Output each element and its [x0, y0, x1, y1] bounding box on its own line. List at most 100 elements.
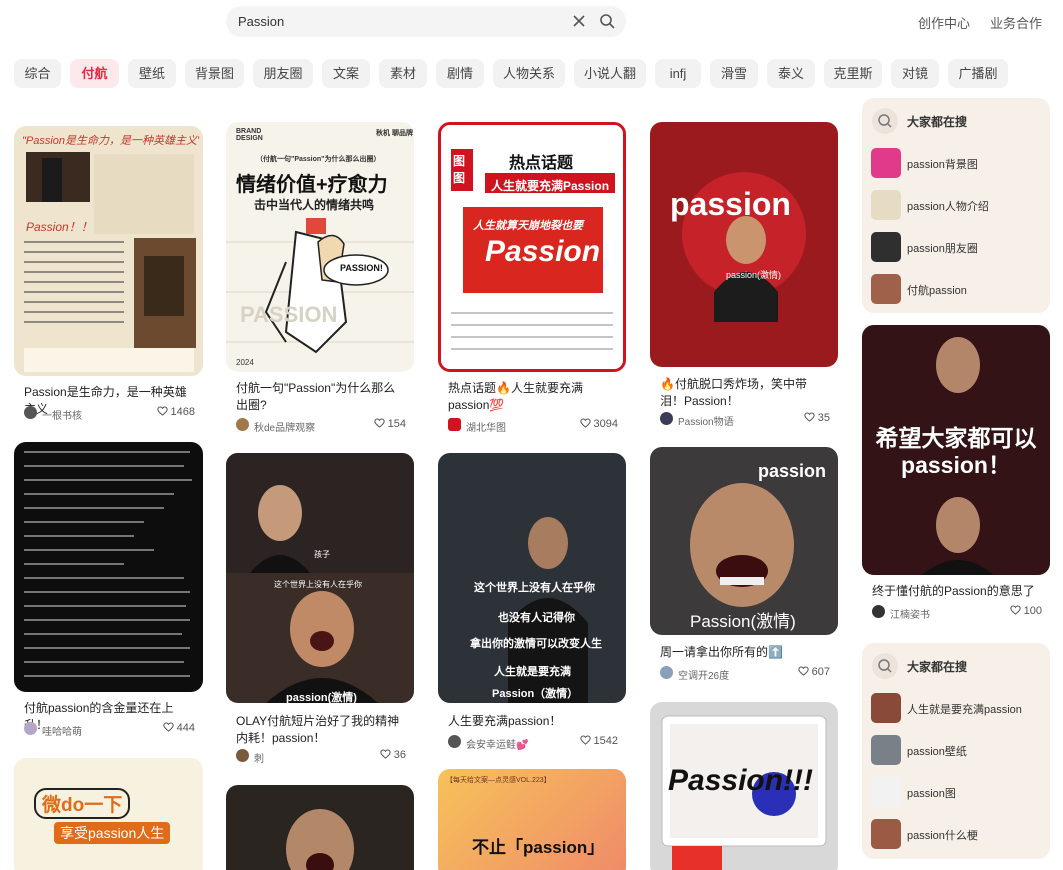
- author-name[interactable]: 刺: [254, 750, 264, 765]
- avatar[interactable]: [24, 406, 37, 419]
- card-cover[interactable]: [226, 785, 414, 870]
- card-cover[interactable]: BRAND DESIGN 秋机 聊品牌 （付航一句"Passion"为什么那么出…: [226, 122, 414, 372]
- panel-item-label[interactable]: passion图: [907, 785, 956, 801]
- note-card[interactable]: BRAND DESIGN 秋机 聊品牌 （付航一句"Passion"为什么那么出…: [226, 122, 414, 434]
- avatar[interactable]: [448, 735, 461, 748]
- panel-item[interactable]: passion壁纸: [871, 735, 1046, 765]
- tab-plot[interactable]: 剧情: [436, 59, 484, 88]
- card-cover[interactable]: 图图 热点话题 人生就要充满Passion 人生就算天崩地裂也要 Passion: [438, 122, 626, 372]
- close-icon[interactable]: [570, 12, 588, 30]
- panel-item[interactable]: passion朋友圈: [871, 232, 1046, 262]
- author-name[interactable]: 秋de品牌观察: [254, 419, 315, 434]
- creator-center-link[interactable]: 创作中心: [918, 13, 970, 32]
- card-cover[interactable]: passion Passion(激情): [650, 447, 838, 635]
- like-button[interactable]: 607: [797, 666, 830, 678]
- note-card[interactable]: passion passion(激情) 🔥付航脱口秀炸场，笑中带泪！Passio…: [650, 122, 838, 432]
- note-card[interactable]: 希望大家都可以passion！ 终于懂付航的Passion的意思了 江楠姿书 1…: [862, 325, 1050, 625]
- note-card[interactable]: [226, 785, 414, 870]
- like-button[interactable]: 3094: [579, 418, 618, 430]
- panel-item-label[interactable]: passion背景图: [907, 156, 978, 172]
- note-card[interactable]: "Passion是生命力，是一种英雄主义" Passion！！ Passion是…: [14, 126, 203, 426]
- like-button[interactable]: 1542: [579, 735, 618, 747]
- avatar[interactable]: [448, 418, 461, 431]
- tab-fuhang[interactable]: 付航: [70, 59, 119, 88]
- avatar[interactable]: [24, 722, 37, 735]
- tab-relations[interactable]: 人物关系: [493, 59, 565, 88]
- tab-radio-drama[interactable]: 广播剧: [948, 59, 1008, 88]
- panel-item[interactable]: passion背景图: [871, 148, 1046, 178]
- note-card[interactable]: 图图 热点话题 人生就要充满Passion 人生就算天崩地裂也要 Passion…: [438, 122, 626, 434]
- tab-comprehensive[interactable]: 综合: [14, 59, 61, 88]
- panel-item-label[interactable]: passion朋友圈: [907, 240, 978, 256]
- search-icon[interactable]: [598, 12, 616, 30]
- like-button[interactable]: 35: [804, 412, 830, 424]
- like-button[interactable]: 444: [162, 722, 195, 734]
- note-card[interactable]: 这个世界上没有人在乎你 也没有人记得你 拿出你的激情可以改变人生 人生就是要充满…: [438, 453, 626, 753]
- avatar[interactable]: [236, 418, 249, 431]
- tab-moments[interactable]: 朋友圈: [253, 59, 313, 88]
- avatar[interactable]: [872, 605, 885, 618]
- tab-infj[interactable]: infj: [655, 59, 701, 88]
- panel-item[interactable]: 人生就是要充满passion: [871, 693, 1046, 723]
- panel-item[interactable]: passion什么梗: [871, 819, 1046, 849]
- note-card[interactable]: 孩子 这个世界上没有人在乎你 passion(激情) OLAY付航短片治好了我的…: [226, 453, 414, 765]
- panel-item-label[interactable]: passion壁纸: [907, 743, 967, 759]
- author-name[interactable]: 江楠姿书: [890, 606, 930, 621]
- tab-wallpaper[interactable]: 壁纸: [128, 59, 176, 88]
- card-title[interactable]: 付航一句"Passion"为什么那么出圈?: [236, 380, 401, 414]
- panel-item[interactable]: 付航passion: [871, 274, 1046, 304]
- like-button[interactable]: 36: [380, 749, 406, 761]
- note-card[interactable]: 【每天给文案—点灵感VOL.223】 不止「passion」: [438, 769, 626, 870]
- author-name[interactable]: Passion物语: [678, 413, 734, 428]
- cover-text: 这个世界上没有人在乎你: [274, 580, 362, 589]
- search-bar[interactable]: Passion: [226, 6, 626, 37]
- card-title[interactable]: 终于懂付航的Passion的意思了: [872, 583, 1037, 600]
- note-card[interactable]: Passion!!!: [650, 702, 838, 870]
- panel-item-label[interactable]: 付航passion: [907, 282, 967, 298]
- avatar[interactable]: [660, 666, 673, 679]
- author-name[interactable]: 会安幸运鲑💕: [466, 736, 528, 751]
- card-title[interactable]: 热点话题🔥人生就要充满passion💯: [448, 380, 613, 414]
- card-title[interactable]: 🔥付航脱口秀炸场，笑中带泪！Passion！: [660, 376, 825, 410]
- tab-copywriting[interactable]: 文案: [322, 59, 370, 88]
- like-button[interactable]: 100: [1009, 605, 1042, 617]
- card-cover[interactable]: 【每天给文案—点灵感VOL.223】 不止「passion」: [438, 769, 626, 870]
- card-title[interactable]: 人生要充满passion！: [448, 713, 613, 730]
- tab-taiyi[interactable]: 泰义: [767, 59, 815, 88]
- card-cover[interactable]: 希望大家都可以passion！: [862, 325, 1050, 575]
- tab-background[interactable]: 背景图: [185, 59, 244, 88]
- like-button[interactable]: 1468: [156, 406, 195, 418]
- card-cover[interactable]: "Passion是生命力，是一种英雄主义" Passion！！: [14, 126, 203, 376]
- note-card[interactable]: 付航passion的含金量还在上升！ 哇哈哈萌 444: [14, 442, 203, 742]
- tab-material[interactable]: 素材: [379, 59, 427, 88]
- panel-item[interactable]: passion人物介绍: [871, 190, 1046, 220]
- author-name[interactable]: 一根书核: [42, 407, 82, 422]
- panel-item-label[interactable]: passion人物介绍: [907, 198, 989, 214]
- tab-skiing[interactable]: 滑雪: [710, 59, 758, 88]
- business-link[interactable]: 业务合作: [990, 13, 1042, 32]
- card-cover[interactable]: 这个世界上没有人在乎你 也没有人记得你 拿出你的激情可以改变人生 人生就是要充满…: [438, 453, 626, 703]
- panel-item-label[interactable]: 人生就是要充满passion: [907, 701, 1022, 717]
- panel-item-label[interactable]: passion什么梗: [907, 827, 978, 843]
- author-name[interactable]: 空调开26度: [678, 667, 729, 682]
- tab-mirror[interactable]: 对镜: [891, 59, 939, 88]
- note-card[interactable]: 微do一下 享受passion人生: [14, 758, 203, 870]
- card-cover[interactable]: 微do一下 享受passion人生: [14, 758, 203, 870]
- search-input[interactable]: Passion: [238, 14, 284, 29]
- note-card[interactable]: passion Passion(激情) 周一请拿出你所有的⬆️ 空调开26度 6…: [650, 447, 838, 687]
- card-cover[interactable]: [14, 442, 203, 692]
- author-name[interactable]: 哇哈哈萌: [42, 723, 82, 738]
- like-button[interactable]: 154: [373, 418, 406, 430]
- tab-novel[interactable]: 小说人翻: [574, 59, 646, 88]
- tab-chris[interactable]: 克里斯: [824, 59, 882, 88]
- author-name[interactable]: 湖北华图: [466, 419, 506, 434]
- panel-item[interactable]: passion图: [871, 777, 1046, 807]
- card-cover[interactable]: Passion!!!: [650, 702, 838, 870]
- like-count: 100: [1023, 605, 1042, 617]
- card-cover[interactable]: passion passion(激情): [650, 122, 838, 367]
- card-cover[interactable]: 孩子 这个世界上没有人在乎你 passion(激情): [226, 453, 414, 703]
- avatar[interactable]: [660, 412, 673, 425]
- card-title[interactable]: OLAY付航短片治好了我的精神内耗！passion！: [236, 713, 401, 747]
- card-title[interactable]: 周一请拿出你所有的⬆️: [660, 644, 825, 661]
- avatar[interactable]: [236, 749, 249, 762]
